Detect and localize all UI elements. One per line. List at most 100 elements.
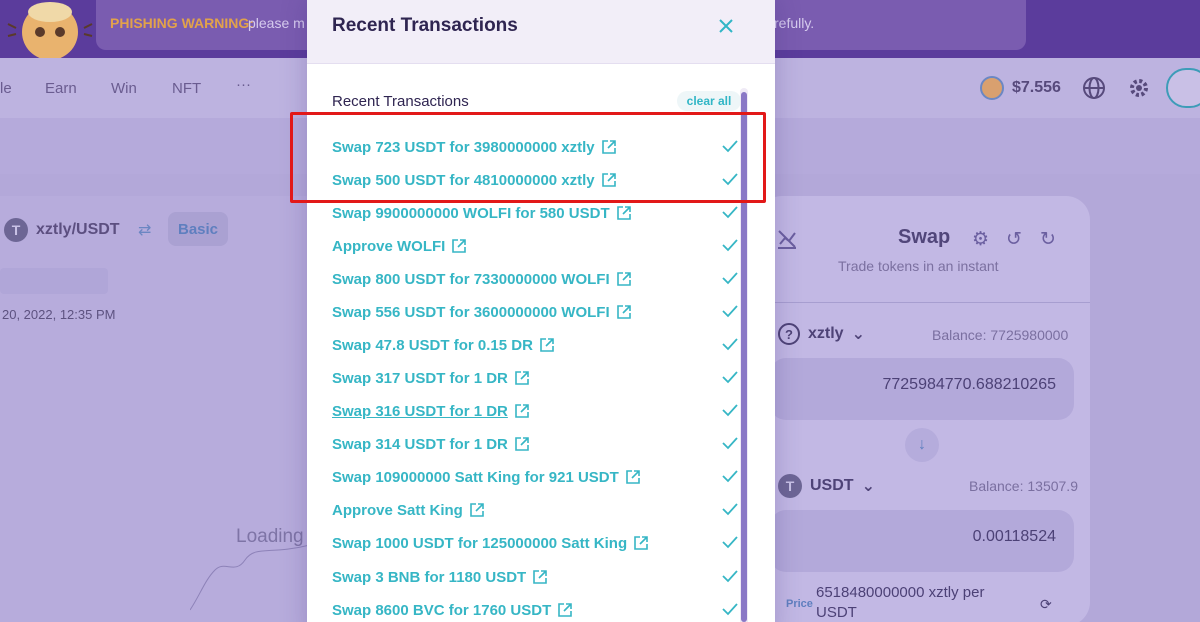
check-icon: [722, 437, 738, 450]
from-token-select[interactable]: ? xztly ⌄: [778, 323, 865, 345]
tab-basic[interactable]: Basic: [168, 212, 228, 246]
transaction-text: Swap 316 USDT for 1 DR: [332, 402, 508, 420]
chevron-down-icon: ⌄: [861, 478, 875, 495]
external-link-icon: [625, 470, 640, 484]
modal-header: Recent Transactions: [307, 0, 775, 64]
chart-line: [190, 544, 310, 611]
external-link-icon: [616, 305, 631, 319]
check-icon: [722, 338, 738, 351]
transaction-link[interactable]: Swap 8600 BVC for 1760 USDT: [332, 599, 573, 621]
transaction-link[interactable]: Swap 1000 USDT for 125000000 Satt King: [332, 532, 649, 554]
gear-icon[interactable]: [1127, 72, 1151, 104]
transaction-text: Approve Satt King: [332, 501, 463, 519]
check-icon: [722, 503, 738, 516]
transaction-text: Approve WOLFI: [332, 237, 446, 255]
nav-item-trade[interactable]: le: [0, 80, 12, 97]
transaction-link[interactable]: Swap 109000000 Satt King for 921 USDT: [332, 466, 641, 488]
nav-more-button[interactable]: ···: [236, 76, 251, 93]
list-heading: Recent Transactions: [332, 93, 469, 110]
transaction-text: Swap 3 BNB for 1180 USDT: [332, 568, 527, 586]
swap-title: Swap: [898, 226, 951, 248]
swap-subtitle: Trade tokens in an instant: [838, 258, 999, 274]
check-icon: [722, 570, 738, 583]
switch-pair-icon[interactable]: ⇄: [138, 220, 151, 240]
check-icon: [722, 239, 738, 252]
transaction-link[interactable]: Approve Satt King: [332, 499, 485, 521]
to-token-name: USDT: [810, 477, 854, 494]
divider: [758, 302, 1090, 303]
external-link-icon: [452, 239, 467, 253]
nav-item-earn[interactable]: Earn: [45, 80, 77, 97]
transaction-link[interactable]: Swap 47.8 USDT for 0.15 DR: [332, 334, 555, 356]
external-link-icon: [634, 536, 648, 550]
pancake-coin-icon: [980, 76, 1004, 100]
check-icon: [722, 305, 738, 318]
chevron-down-icon: ⌄: [851, 326, 865, 343]
to-token-select[interactable]: T USDT ⌄: [778, 474, 875, 498]
chart-date: 20, 2022, 12:35 PM: [2, 307, 116, 322]
switch-direction-button[interactable]: ↓: [905, 428, 939, 462]
check-icon: [722, 272, 738, 285]
price-label: Price: [786, 598, 813, 610]
external-link-icon: [540, 338, 554, 352]
transaction-link[interactable]: Swap 317 USDT for 1 DR: [332, 367, 530, 389]
price-pill: [0, 268, 108, 294]
tether-icon: T: [4, 218, 28, 242]
highlight-box: [290, 112, 766, 203]
transaction-text: Swap 317 USDT for 1 DR: [332, 369, 508, 387]
close-button[interactable]: [712, 12, 740, 40]
from-token-name: xztly: [808, 325, 844, 342]
from-balance: Balance: 7725980000: [932, 327, 1069, 343]
nav-item-nft[interactable]: NFT: [172, 80, 201, 97]
check-icon: [722, 371, 738, 384]
pair-header: T xztly/USDT: [4, 218, 120, 242]
to-amount-input[interactable]: 0.00118524: [770, 510, 1074, 572]
check-icon: [722, 603, 738, 616]
transaction-text: Swap 556 USDT for 3600000000 WOLFI: [332, 303, 610, 321]
transaction-link[interactable]: Swap 314 USDT for 1 DR: [332, 433, 530, 455]
mascot-icon: [7, 2, 93, 58]
transaction-link[interactable]: Swap 316 USDT for 1 DR: [332, 400, 530, 422]
cake-price[interactable]: $7.556: [980, 72, 1061, 104]
transaction-text: Swap 9900000000 WOLFI for 580 USDT: [332, 204, 610, 222]
cake-price-value: $7.556: [1012, 79, 1061, 96]
to-amount-value: 0.00118524: [972, 528, 1056, 545]
transaction-text: Swap 109000000 Satt King for 921 USDT: [332, 468, 619, 486]
transaction-text: Swap 47.8 USDT for 0.15 DR: [332, 336, 533, 354]
refresh-icon[interactable]: ↻: [1040, 228, 1056, 251]
transaction-text: Swap 1000 USDT for 125000000 Satt King: [332, 534, 628, 552]
warning-text-end: refully.: [774, 15, 815, 31]
external-link-icon: [616, 272, 631, 286]
check-icon: [722, 536, 738, 549]
check-icon: [722, 404, 738, 417]
from-amount-input[interactable]: 7725984770.688210265: [770, 358, 1074, 420]
clear-all-button[interactable]: clear all: [677, 91, 741, 111]
transaction-link[interactable]: Swap 800 USDT for 7330000000 WOLFI: [332, 268, 632, 290]
to-balance: Balance: 13507.9: [969, 478, 1078, 494]
external-link-icon: [515, 404, 529, 418]
nav-item-win[interactable]: Win: [111, 80, 137, 97]
transaction-link[interactable]: Swap 556 USDT for 3600000000 WOLFI: [332, 301, 632, 323]
settings-icon[interactable]: ⚙: [972, 228, 989, 251]
tether-icon: T: [778, 474, 802, 498]
external-link-icon: [515, 437, 529, 451]
history-icon[interactable]: ↺: [1006, 228, 1022, 251]
close-icon: [719, 19, 733, 33]
check-icon: [722, 206, 738, 219]
modal-title: Recent Transactions: [332, 15, 518, 36]
warning-text: please m: [248, 15, 305, 31]
transaction-link[interactable]: Approve WOLFI: [332, 235, 467, 257]
pair-name: xztly/USDT: [36, 221, 120, 238]
globe-icon[interactable]: [1082, 72, 1106, 104]
external-link-icon: [533, 570, 548, 584]
price-value: 6518480000000 xztly per USDT: [816, 584, 985, 621]
transaction-link[interactable]: Swap 3 BNB for 1180 USDT: [332, 566, 548, 588]
from-amount-value: 7725984770.688210265: [882, 376, 1056, 393]
external-link-icon: [470, 503, 484, 517]
wallet-button[interactable]: [1166, 68, 1200, 108]
chart-toggle-icon[interactable]: [776, 228, 798, 250]
check-icon: [722, 470, 738, 483]
warning-title: PHISHING WARNING:: [110, 15, 254, 31]
transaction-link[interactable]: Swap 9900000000 WOLFI for 580 USDT: [332, 202, 632, 224]
price-refresh-icon[interactable]: ⟳: [1040, 596, 1052, 613]
